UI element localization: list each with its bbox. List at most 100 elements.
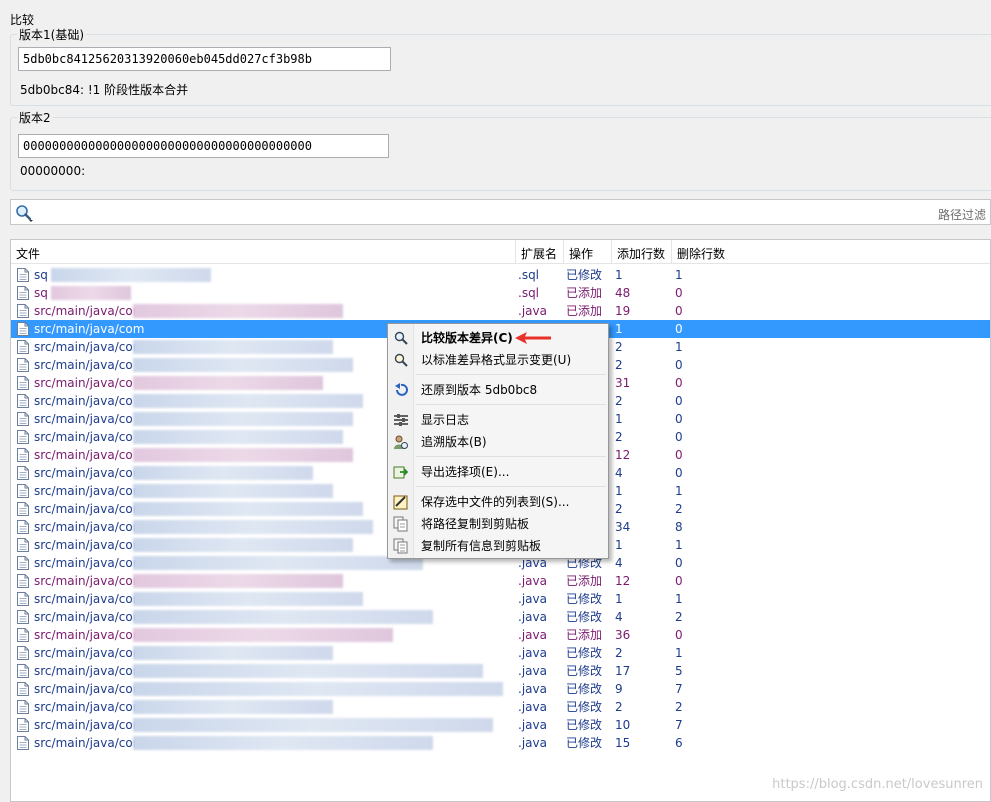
lines-added: 2 <box>615 430 623 444</box>
table-row[interactable]: src/main/java/com .java 已修改 1 1 <box>11 590 990 608</box>
file-extension: .java <box>518 610 547 624</box>
path-filter-placeholder: 路径过滤 <box>937 208 986 222</box>
context-menu-item-save-file-list[interactable]: 保存选中文件的列表到(S)... <box>390 491 606 513</box>
lines-deleted: 0 <box>675 448 683 462</box>
copy-all-icon <box>393 538 408 554</box>
column-header-lines-added[interactable]: 添加行数 <box>612 240 672 264</box>
lines-deleted: 0 <box>675 376 683 390</box>
file-action: 已添加 <box>566 574 603 588</box>
lines-deleted: 0 <box>675 358 683 372</box>
column-header-action[interactable]: 操作 <box>564 240 612 264</box>
base-version-message: 5db0bc84: !1 阶段性版本合并 <box>20 83 189 97</box>
file-icon <box>17 358 29 372</box>
column-header-extension[interactable]: 扩展名 <box>516 240 564 264</box>
column-header-file[interactable]: 文件 <box>11 240 516 264</box>
save-list-icon <box>393 495 408 510</box>
table-row[interactable]: sq .sql 已添加 48 0 <box>11 284 990 302</box>
context-menu-item-blame[interactable]: 追溯版本(B) <box>390 431 606 453</box>
redacted-path-blur <box>133 484 333 498</box>
context-menu-item-show-unified-diff[interactable]: 以标准差异格式显示变更(U) <box>390 349 606 371</box>
lines-deleted: 1 <box>675 268 683 282</box>
context-menu-separator <box>416 404 606 405</box>
redacted-path-blur <box>133 448 353 462</box>
compare-version-hash-field[interactable]: 0000000000000000000000000000000000000000 <box>18 134 389 158</box>
lines-deleted: 5 <box>675 664 683 678</box>
context-menu-item-copy-paths[interactable]: 将路径复制到剪贴板 <box>390 513 606 535</box>
table-row[interactable]: src/main/java/com .java 已修改 4 2 <box>11 608 990 626</box>
context-menu-item-export-selection[interactable]: 导出选择项(E)... <box>390 461 606 483</box>
redacted-path-blur <box>133 628 393 642</box>
redacted-path-blur <box>133 430 343 444</box>
file-action: 已添加 <box>566 286 603 300</box>
table-row[interactable]: src/main/java/com .java 已修改 15 6 <box>11 734 990 752</box>
lines-added: 48 <box>615 286 631 300</box>
search-icon[interactable] <box>14 203 34 223</box>
base-version-hash-field[interactable]: 5db0bc84125620313920060eb045dd027cf3b98b <box>18 47 391 71</box>
table-row[interactable]: src/main/java/com .java 已添加 36 0 <box>11 626 990 644</box>
lines-deleted: 8 <box>675 520 683 534</box>
lines-deleted: 1 <box>675 592 683 606</box>
lines-deleted: 1 <box>675 538 683 552</box>
context-menu-separator <box>416 374 606 375</box>
context-menu-item-label: 导出选择项(E)... <box>421 465 510 479</box>
table-row[interactable]: src/main/java/com .java 已修改 9 7 <box>11 680 990 698</box>
file-icon <box>17 574 29 588</box>
file-action: 已修改 <box>566 736 603 750</box>
table-row[interactable]: src/main/java/com .java 已修改 2 1 <box>11 644 990 662</box>
table-row[interactable]: src/main/java/com .java 已修改 10 7 <box>11 716 990 734</box>
context-menu-separator <box>416 456 606 457</box>
table-row[interactable]: src/main/java/com .java 已添加 12 0 <box>11 572 990 590</box>
file-extension: .java <box>518 664 547 678</box>
file-extension: .java <box>518 592 547 606</box>
file-icon <box>17 340 29 354</box>
file-icon <box>17 718 29 732</box>
magnifier-diff-icon <box>394 353 408 367</box>
context-menu-item-revert-to-revision[interactable]: 还原到版本 5db0bc8 <box>390 379 606 401</box>
redacted-path-blur <box>133 376 323 390</box>
lines-added: 10 <box>615 718 631 732</box>
context-menu-item-copy-all-info[interactable]: 复制所有信息到剪贴板 <box>390 535 606 557</box>
lines-deleted: 0 <box>675 394 683 408</box>
lines-deleted: 2 <box>675 502 683 516</box>
redacted-path-blur <box>133 412 353 426</box>
table-row[interactable]: src/main/java/com .java 已添加 19 0 <box>11 302 990 320</box>
file-icon <box>17 664 29 678</box>
redacted-path-blur <box>133 664 483 678</box>
lines-added: 2 <box>615 700 623 714</box>
table-row[interactable]: src/main/java/com .java 已修改 17 5 <box>11 662 990 680</box>
lines-deleted: 0 <box>675 412 683 426</box>
magnifier-compare-icon <box>394 331 408 345</box>
file-action: 已修改 <box>566 610 603 624</box>
base-version-group: 版本1(基础) 5db0bc84125620313920060eb045dd02… <box>10 26 991 106</box>
context-menu-item-show-log[interactable]: 显示日志 <box>390 409 606 431</box>
lines-deleted: 2 <box>675 610 683 624</box>
redacted-path-blur <box>133 574 343 588</box>
revert-arrow-icon <box>395 383 408 396</box>
file-action: 已修改 <box>566 268 603 282</box>
file-extension: .java <box>518 682 547 696</box>
file-icon <box>17 646 29 660</box>
lines-deleted: 0 <box>675 286 683 300</box>
column-header-lines-deleted[interactable]: 删除行数 <box>672 240 732 264</box>
file-icon <box>17 628 29 642</box>
context-menu-item-compare-revisions[interactable]: 比较版本差异(C) <box>390 327 606 349</box>
lines-added: 1 <box>615 538 623 552</box>
redacted-path-blur <box>133 646 333 660</box>
lines-added: 15 <box>615 736 631 750</box>
path-filter-input[interactable]: 路径过滤 <box>10 199 991 225</box>
context-menu-item-label: 将路径复制到剪贴板 <box>421 517 530 531</box>
context-menu-item-label: 比较版本差异(C) <box>421 331 513 345</box>
lines-added: 19 <box>615 304 631 318</box>
lines-deleted: 1 <box>675 484 683 498</box>
lines-deleted: 1 <box>675 646 683 660</box>
table-row[interactable]: src/main/java/com .java 已修改 2 2 <box>11 698 990 716</box>
file-icon <box>17 286 29 300</box>
watermark: https://blog.csdn.net/lovesunren <box>772 777 983 792</box>
redacted-path-blur <box>133 736 433 750</box>
table-row[interactable]: sq .sql 已修改 1 1 <box>11 266 990 284</box>
file-action: 已修改 <box>566 646 603 660</box>
redacted-path-blur <box>133 502 363 516</box>
file-icon <box>17 412 29 426</box>
lines-added: 1 <box>615 484 623 498</box>
file-extension: .sql <box>518 268 540 282</box>
